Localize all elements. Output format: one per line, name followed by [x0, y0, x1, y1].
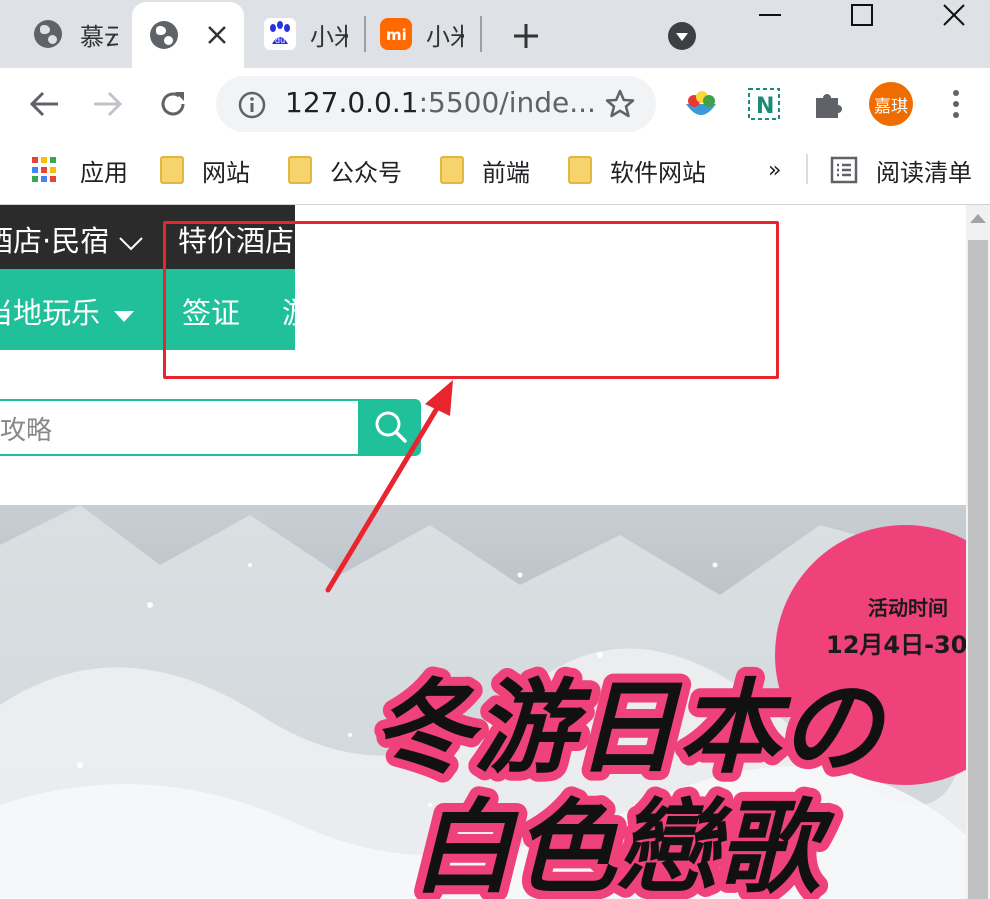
snow-forest-illustration: 活动时间 12月4日-30 冬游日本の 冬游日本の 白色戀歌 白色戀歌 — [0, 505, 966, 899]
menu-kebab-icon[interactable] — [944, 88, 968, 120]
reading-list-button[interactable]: 阅读清单 — [830, 150, 972, 190]
forward-arrow-icon[interactable] — [92, 90, 124, 118]
banner-badge-date: 12月4日-30 — [826, 631, 966, 659]
close-icon — [943, 4, 965, 26]
globe-icon — [150, 21, 178, 49]
reading-list-icon — [830, 156, 858, 184]
close-tab-icon[interactable] — [206, 24, 228, 46]
tab-baidu[interactable]: du 小米 — [250, 0, 360, 68]
nav-item-local-fun-label: 当地玩乐 — [0, 296, 101, 330]
folder-icon — [568, 156, 592, 184]
baidu-paw-icon: du — [264, 18, 296, 50]
banner-badge-title: 活动时间 — [868, 596, 948, 620]
bookmark-label: 网站 — [202, 158, 250, 187]
annotation-highlight-box — [163, 221, 779, 379]
bookmark-folder-software[interactable]: 软件网站 — [568, 150, 706, 190]
promo-banner[interactable]: 活动时间 12月4日-30 冬游日本の 冬游日本の 白色戀歌 白色戀歌 — [0, 505, 966, 899]
url-host: 127.0.0.1 — [285, 86, 419, 119]
svg-text:du: du — [275, 36, 285, 45]
tab-mi[interactable]: mi 小米 — [366, 0, 480, 68]
nav-item-hotels[interactable]: 酒店·民宿 — [0, 218, 144, 260]
bookmark-apps[interactable]: 应用 — [32, 150, 128, 190]
tab-label: 小米 — [426, 22, 464, 51]
mi-logo-icon: mi — [380, 18, 412, 50]
bookmark-label: 应用 — [80, 158, 128, 187]
reading-list-label: 阅读清单 — [876, 158, 972, 187]
globe-icon — [34, 20, 62, 48]
bookmark-folder-public-accounts[interactable]: 公众号 — [288, 150, 402, 190]
scroll-up-arrow[interactable] — [970, 214, 986, 223]
minimize-button[interactable] — [740, 0, 800, 30]
maximize-icon — [851, 4, 873, 26]
extensions-puzzle-icon[interactable] — [812, 88, 844, 120]
nav-item-hotels-label: 酒店·民宿 — [0, 224, 110, 258]
maximize-button[interactable] — [832, 0, 892, 30]
site-info-icon[interactable] — [238, 91, 266, 119]
bookmark-folder-websites[interactable]: 网站 — [160, 150, 250, 190]
folder-icon — [440, 156, 464, 184]
bookmarks-divider — [806, 154, 808, 184]
profile-avatar-label: 嘉琪 — [874, 96, 908, 117]
scrollbar-thumb[interactable] — [968, 240, 988, 899]
folder-icon — [160, 156, 184, 184]
tab-label: 慕云 — [80, 22, 118, 51]
annotation-arrow — [325, 380, 453, 593]
bookmark-label: 前端 — [482, 158, 530, 187]
tab-mooc[interactable]: 慕云 — [16, 0, 134, 68]
back-arrow-icon[interactable] — [28, 90, 60, 118]
apps-grid-icon — [32, 157, 58, 183]
folder-icon — [288, 156, 312, 184]
banner-headline-line2: 白色戀歌 — [412, 789, 836, 899]
svg-text:mi: mi — [386, 26, 407, 44]
extension-salad-icon[interactable] — [683, 86, 719, 122]
banner-headline-line1: 冬游日本の — [372, 669, 888, 788]
tab-search-icon[interactable] — [667, 21, 697, 51]
close-window-button[interactable] — [924, 0, 984, 30]
nav-item-local-fun[interactable]: 当地玩乐 — [0, 290, 135, 332]
caret-down-icon — [114, 311, 135, 322]
svg-text:N: N — [756, 94, 774, 119]
bookmarks-overflow-button[interactable]: » — [768, 150, 781, 190]
url-text[interactable]: 127.0.0.1:5500/inde... — [285, 86, 596, 119]
reload-icon[interactable] — [157, 88, 189, 120]
tab-label: 小米 — [310, 22, 348, 51]
bookmark-folder-frontend[interactable]: 前端 — [440, 150, 530, 190]
profile-avatar[interactable]: 嘉琪 — [869, 82, 913, 126]
search-placeholder: 攻略 — [0, 416, 53, 446]
overflow-chevron: » — [768, 157, 782, 183]
tab-separator — [480, 16, 482, 52]
bookmark-label: 软件网站 — [610, 158, 706, 187]
bookmark-star-icon[interactable] — [604, 88, 636, 120]
tab-active[interactable] — [132, 2, 244, 68]
bookmark-label: 公众号 — [330, 158, 402, 187]
chevron-down-icon — [119, 237, 144, 251]
extension-n-icon[interactable]: N — [746, 86, 782, 122]
url-path: :5500/inde... — [418, 86, 596, 119]
minimize-icon — [759, 14, 781, 16]
new-tab-icon[interactable] — [512, 22, 540, 50]
